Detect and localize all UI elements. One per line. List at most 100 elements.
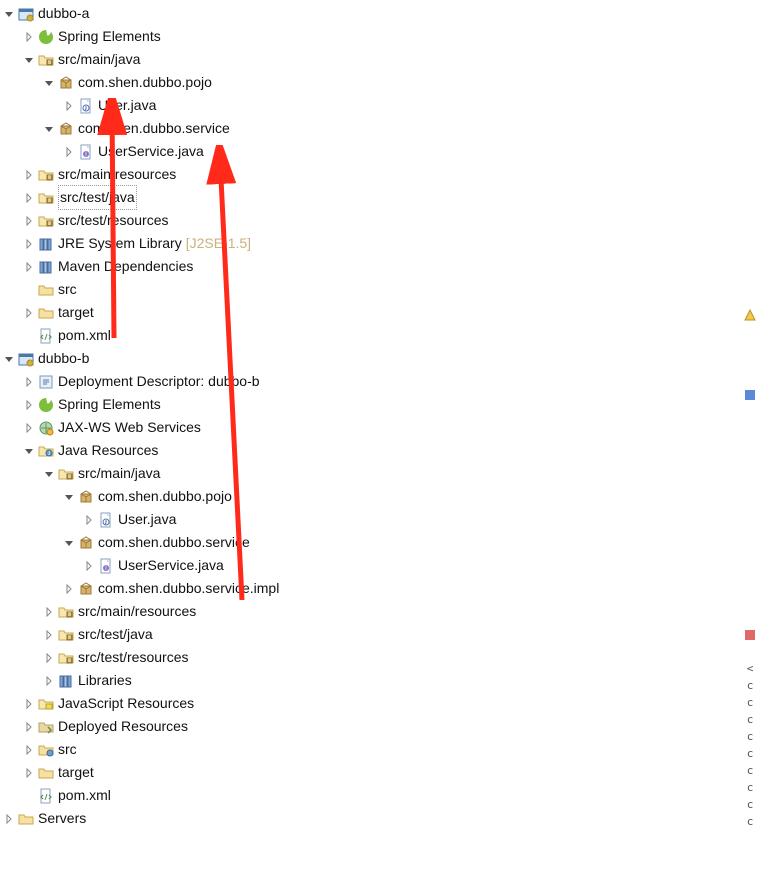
chevron-right-icon[interactable] [22,260,36,274]
chevron-right-icon[interactable] [42,628,56,642]
chevron-right-icon[interactable] [22,743,36,757]
package-icon [78,535,94,551]
tree-item-label: dubbo-a [38,2,89,25]
tree-item[interactable]: src/test/java [2,186,742,209]
tree-item[interactable]: com.shen.dubbo.service [2,117,742,140]
chevron-right-icon[interactable] [42,605,56,619]
chevron-down-icon[interactable] [2,352,16,366]
xml-icon [38,328,54,344]
tree-item-label: pom.xml [58,324,111,347]
tree-item-label: pom.xml [58,784,111,807]
project-explorer-tree[interactable]: mdubbo-aSpring Elementssrc/main/javacom.… [0,0,742,830]
tree-item-label: Libraries [78,669,132,692]
tree-item[interactable]: Spring Elements [2,25,742,48]
tree-item[interactable]: src/test/java [2,623,742,646]
chevron-right-icon[interactable] [62,145,76,159]
tree-item[interactable]: User.java [2,508,742,531]
chevron-right-icon[interactable] [22,214,36,228]
chevron-right-icon[interactable] [22,168,36,182]
tree-item[interactable]: IUserService.java [2,554,742,577]
tree-item[interactable]: JRE System Library[J2SE-1.5] [2,232,742,255]
tree-item-label: com.shen.dubbo.service [98,531,250,554]
tree-item[interactable]: com.shen.dubbo.service [2,531,742,554]
chevron-right-icon[interactable] [22,398,36,412]
tree-item-suffix: [J2SE-1.5] [186,232,251,255]
chevron-right-icon[interactable] [2,812,16,826]
tree-item[interactable]: src [2,738,742,761]
chevron-right-icon[interactable] [82,559,96,573]
tree-item[interactable]: src [2,278,742,301]
tree-item-label: target [58,761,94,784]
folder2-icon [38,742,54,758]
chevron-down-icon[interactable] [42,467,56,481]
srcfolder-icon [38,213,54,229]
tree-item[interactable]: src/test/resources [2,209,742,232]
chevron-right-icon[interactable] [62,582,76,596]
tree-item[interactable]: Libraries [2,669,742,692]
tree-item-label: src/main/java [78,462,160,485]
tree-item-label: Java Resources [58,439,158,462]
tree-item[interactable]: target [2,301,742,324]
library-icon [38,259,54,275]
tree-item[interactable]: src/main/java [2,462,742,485]
tree-item[interactable]: IUserService.java [2,140,742,163]
chevron-right-icon[interactable] [82,513,96,527]
tree-item[interactable]: com.shen.dubbo.pojo [2,71,742,94]
maven-web-icon: m [18,351,34,367]
chevron-down-icon[interactable] [2,7,16,21]
tree-item[interactable]: mdubbo-a [2,2,742,25]
chevron-right-icon[interactable] [22,421,36,435]
tree-item[interactable]: Maven Dependencies [2,255,742,278]
tree-item-label: JavaScript Resources [58,692,194,715]
tree-item[interactable]: Deployed Resources [2,715,742,738]
tree-item[interactable]: JJava Resources [2,439,742,462]
chevron-right-icon[interactable] [22,306,36,320]
spacer [22,789,36,803]
srcfolder-icon [58,650,74,666]
package-icon [78,489,94,505]
javares-icon: J [38,443,54,459]
library-icon [38,236,54,252]
chevron-down-icon[interactable] [22,53,36,67]
chevron-down-icon[interactable] [42,122,56,136]
chevron-right-icon[interactable] [22,30,36,44]
overview-ruler: <ccccccccc [740,0,758,879]
chevron-right-icon[interactable] [22,720,36,734]
tree-item[interactable]: Spring Elements [2,393,742,416]
chevron-right-icon[interactable] [22,237,36,251]
tree-item[interactable]: User.java [2,94,742,117]
chevron-right-icon[interactable] [22,375,36,389]
chevron-down-icon[interactable] [42,76,56,90]
tree-item[interactable]: mdubbo-b [2,347,742,370]
tree-item-label: Deployed Resources [58,715,188,738]
tree-item[interactable]: com.shen.dubbo.service.impl [2,577,742,600]
tree-item[interactable]: src/main/java [2,48,742,71]
tree-item[interactable]: src/main/resources [2,163,742,186]
chevron-down-icon[interactable] [62,536,76,550]
tree-item[interactable]: com.shen.dubbo.pojo [2,485,742,508]
chevron-right-icon[interactable] [42,674,56,688]
chevron-right-icon[interactable] [22,697,36,711]
tree-item-label: src/test/java [78,623,153,646]
tree-item-label: com.shen.dubbo.pojo [78,71,212,94]
srcfolder-icon [58,466,74,482]
tree-item[interactable]: Servers [2,807,742,830]
chevron-right-icon[interactable] [22,766,36,780]
tree-item[interactable]: Deployment Descriptor: dubbo-b [2,370,742,393]
tree-item[interactable]: JavaScript Resources [2,692,742,715]
chevron-right-icon[interactable] [62,99,76,113]
chevron-down-icon[interactable] [62,490,76,504]
tree-item[interactable]: src/test/resources [2,646,742,669]
warning-marker-icon [744,308,756,320]
tree-item[interactable]: src/main/resources [2,600,742,623]
maven-web-icon: m [18,6,34,22]
tree-item[interactable]: pom.xml [2,784,742,807]
chevron-right-icon[interactable] [22,191,36,205]
chevron-down-icon[interactable] [22,444,36,458]
tree-item[interactable]: target [2,761,742,784]
tree-item-label: src/test/java [58,185,137,210]
tree-item[interactable]: pom.xml [2,324,742,347]
chevron-right-icon[interactable] [42,651,56,665]
package-icon [58,75,74,91]
tree-item[interactable]: JAX-WS Web Services [2,416,742,439]
